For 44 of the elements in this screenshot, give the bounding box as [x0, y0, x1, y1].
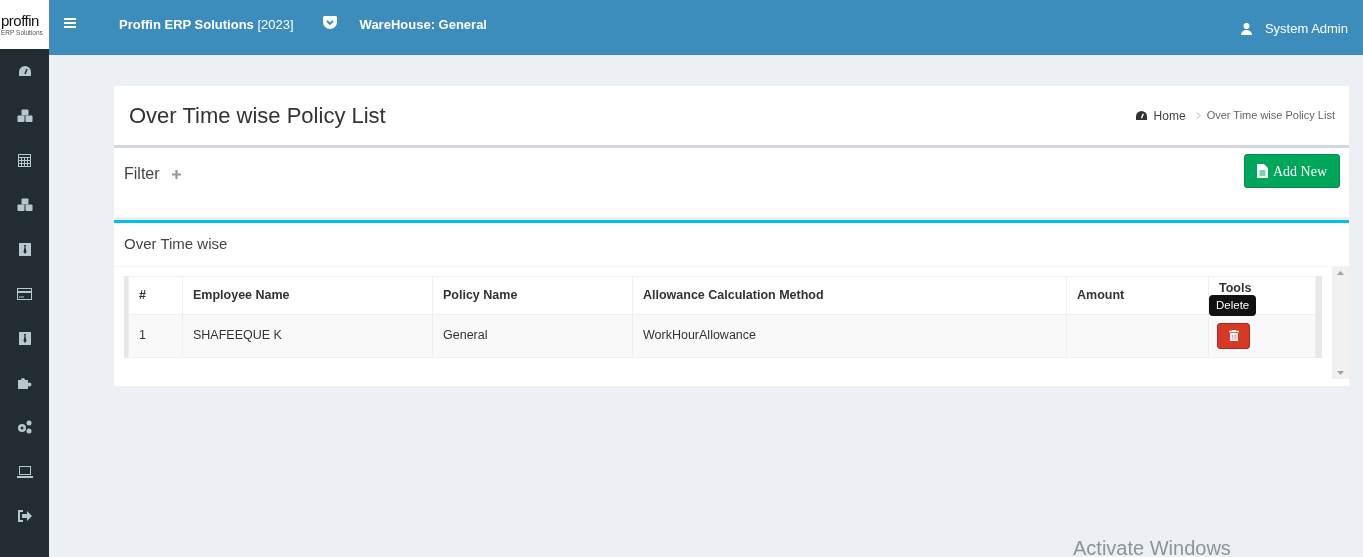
logo-text: proffin: [1, 12, 40, 28]
column-header: Allowance Calculation Method: [643, 287, 824, 302]
table-cell: General: [443, 328, 488, 343]
badge-icon: [18, 242, 31, 256]
scroll-down-icon[interactable]: [1337, 370, 1344, 375]
pocket-icon[interactable]: [322, 16, 337, 29]
table-cell: 1: [139, 328, 146, 343]
calculator-icon: [18, 153, 31, 167]
column-header: #: [139, 287, 146, 302]
plus-icon[interactable]: [171, 170, 181, 179]
column-header: Tools: [1219, 279, 1252, 297]
filter-label[interactable]: Filter: [124, 162, 160, 186]
badge-icon: [18, 331, 31, 345]
scrollbar[interactable]: [1332, 266, 1349, 379]
cubes-icon: [16, 108, 33, 123]
table-cell: WorkHourAllowance: [643, 328, 756, 343]
app-name: Proffin ERP Solutions [2023]: [119, 16, 294, 34]
user-name[interactable]: System Admin: [1264, 19, 1348, 39]
warehouse-label: WareHouse: General: [359, 16, 487, 34]
page-title: Over Time wise Policy List: [129, 102, 386, 130]
box-title: Over Time wise: [114, 223, 1349, 267]
scroll-up-icon[interactable]: [1337, 270, 1344, 275]
breadcrumb-current: Over Time wise Policy List: [1206, 108, 1335, 124]
document-icon: [1256, 164, 1268, 178]
puzzle-icon: [17, 376, 32, 390]
sign-out-icon: [17, 510, 32, 523]
dashboard-icon: [1134, 110, 1148, 121]
gears-icon: [16, 420, 33, 435]
trash-icon: [1228, 330, 1239, 341]
menu-icon[interactable]: [64, 18, 76, 28]
dashboard-icon: [17, 65, 32, 78]
laptop-icon: [16, 465, 33, 478]
os-notice: Activate Windows: [1073, 536, 1231, 557]
tooltip: Delete: [1209, 294, 1257, 316]
credit-card-icon: [17, 287, 32, 300]
column-header: Amount: [1077, 287, 1125, 302]
chevron-icon: [1195, 112, 1201, 119]
cubes-icon: [16, 197, 33, 212]
breadcrumb-link[interactable]: Home: [1153, 106, 1186, 125]
column-header: Policy Name: [443, 287, 518, 302]
column-header: Employee Name: [193, 287, 290, 302]
delete-button[interactable]: [1217, 322, 1250, 349]
table-cell: SHAFEEQUE K: [193, 328, 282, 343]
user-icon: [1240, 22, 1252, 35]
